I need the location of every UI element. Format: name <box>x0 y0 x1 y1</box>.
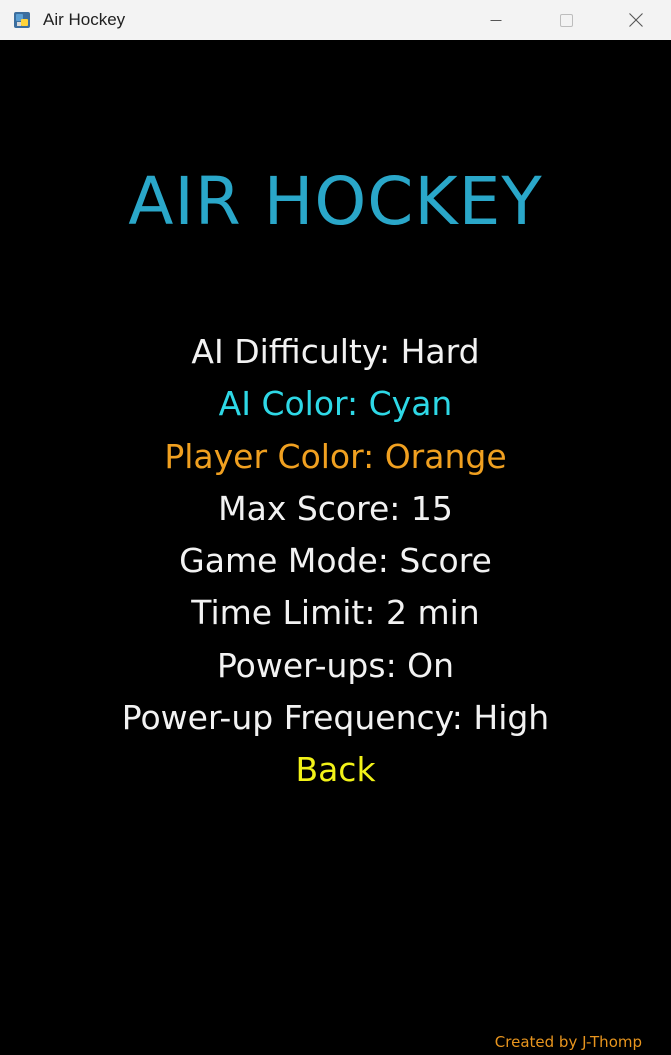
minimize-icon <box>490 20 502 21</box>
game-title: AIR HOCKEY <box>128 163 543 240</box>
menu-item-ai-difficulty[interactable]: AI Difficulty: Hard <box>0 326 671 378</box>
maximize-icon <box>559 13 573 27</box>
maximize-button[interactable] <box>531 0 601 40</box>
menu-item-game-mode[interactable]: Game Mode: Score <box>0 535 671 587</box>
window-title: Air Hockey <box>43 10 126 29</box>
menu-item-back[interactable]: Back <box>0 744 671 796</box>
menu-item-ai-color[interactable]: AI Color: Cyan <box>0 378 671 430</box>
menu-item-time-limit[interactable]: Time Limit: 2 min <box>0 587 671 639</box>
game-canvas[interactable]: AIR HOCKEY AI Difficulty: Hard AI Color:… <box>0 40 671 1055</box>
title-bar[interactable]: Air Hockey <box>0 0 671 40</box>
minimize-button[interactable] <box>461 0 531 40</box>
close-icon <box>629 13 643 27</box>
menu-item-power-ups[interactable]: Power-ups: On <box>0 640 671 692</box>
close-button[interactable] <box>601 0 671 40</box>
credit-text: Created by J-Thomp <box>494 1033 642 1051</box>
menu-item-player-color[interactable]: Player Color: Orange <box>0 431 671 483</box>
settings-menu: AI Difficulty: Hard AI Color: Cyan Playe… <box>0 326 671 797</box>
menu-item-max-score[interactable]: Max Score: 15 <box>0 483 671 535</box>
window-controls <box>461 0 671 40</box>
app-window: Air Hockey AIR HOCKEY AI Difficulty: Har… <box>0 0 671 1055</box>
menu-item-power-up-frequency[interactable]: Power-up Frequency: High <box>0 692 671 744</box>
python-icon <box>13 11 31 29</box>
